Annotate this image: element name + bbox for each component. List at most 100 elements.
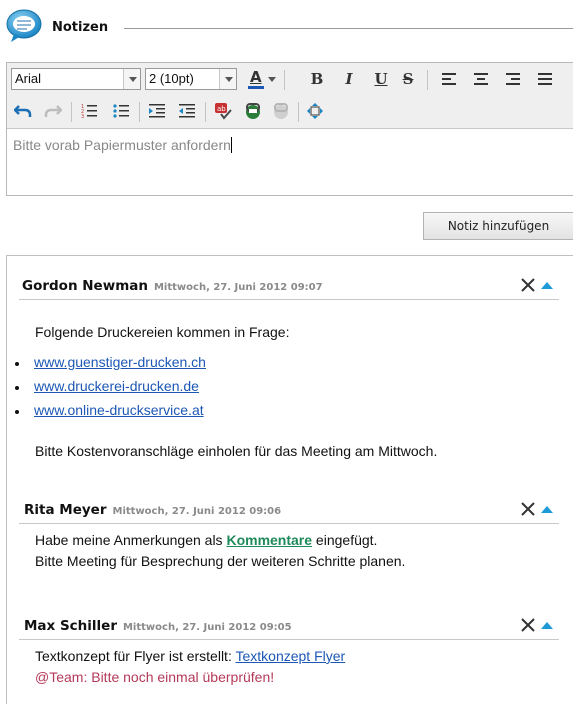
text-caret	[230, 137, 232, 153]
svg-text:3: 3	[81, 114, 84, 119]
chevron-down-icon	[219, 69, 236, 89]
link-icon	[246, 103, 260, 119]
note-text: Habe meine Anmerkungen als Kommentare ei…	[35, 532, 377, 548]
font-size-value: 2 (10pt)	[149, 71, 194, 86]
spellcheck-button[interactable]: ab	[211, 99, 235, 123]
note-text: Textkonzept für Flyer ist erstellt: Text…	[35, 648, 345, 664]
font-size-select[interactable]: 2 (10pt)	[145, 68, 237, 90]
close-icon[interactable]	[519, 276, 537, 294]
toolbar-separator	[139, 102, 140, 122]
toolbar-separator	[427, 70, 428, 90]
collapse-arrow-icon[interactable]	[541, 622, 553, 629]
toolbar-row-actions: 123 ab	[7, 97, 573, 127]
undo-icon	[14, 105, 32, 117]
font-color-button[interactable]: A	[247, 67, 277, 91]
indent-icon	[149, 104, 165, 118]
toolbar-separator	[284, 70, 285, 90]
unordered-list-button[interactable]	[109, 99, 133, 123]
note-text: Bitte Meeting für Besprechung der weiter…	[35, 553, 406, 569]
spellcheck-icon: ab	[215, 103, 232, 120]
redo-button[interactable]	[41, 99, 65, 123]
bullet	[15, 410, 19, 414]
note-link[interactable]: www.online-druckservice.at	[34, 402, 204, 418]
speech-bubble-icon	[6, 9, 42, 42]
note-date: Mittwoch, 27. Juni 2012 09:05	[122, 622, 292, 633]
editor-text: Bitte vorab Papiermuster anfordern	[13, 137, 231, 153]
chevron-down-icon	[123, 69, 140, 89]
align-center-icon	[474, 73, 488, 85]
insert-link-button[interactable]	[241, 99, 265, 123]
editor-text-area[interactable]: Bitte vorab Papiermuster anfordern	[13, 137, 232, 153]
align-justify-icon	[538, 73, 552, 85]
italic-icon: I	[345, 70, 353, 88]
indent-button[interactable]	[145, 99, 169, 123]
outdent-icon	[179, 104, 195, 118]
unordered-list-icon	[113, 104, 129, 118]
font-family-value: Arial	[15, 71, 42, 86]
mention-text: @Team: Bitte noch einmal überprüfen!	[35, 669, 275, 685]
section-title: Notizen	[52, 20, 109, 35]
add-note-button[interactable]: Notiz hinzufügen	[423, 212, 573, 240]
underline-icon: U	[374, 70, 388, 88]
note-date: Mittwoch, 27. Juni 2012 09:06	[112, 506, 282, 517]
underline-button[interactable]: U	[369, 67, 393, 91]
ordered-list-button[interactable]: 123	[77, 99, 101, 123]
author-name: Rita Meyer	[24, 502, 107, 518]
note-date: Mittwoch, 27. Juni 2012 09:07	[153, 282, 323, 293]
note-actions	[519, 500, 559, 520]
align-right-button[interactable]	[501, 67, 525, 91]
note-author: Max Schiller Mittwoch, 27. Juni 2012 09:0…	[24, 618, 292, 634]
svg-text:ab: ab	[217, 105, 226, 113]
note-header: Rita Meyer Mittwoch, 27. Juni 2012 09:06	[19, 496, 559, 524]
chevron-down-icon	[268, 76, 276, 82]
toolbar-row-formatting: Arial 2 (10pt) A B I U S	[7, 65, 573, 95]
note-author: Gordon Newman Mittwoch, 27. Juni 2012 09:…	[22, 278, 323, 294]
notes-list: Gordon Newman Mittwoch, 27. Juni 2012 09:…	[6, 255, 573, 704]
strikethrough-button[interactable]: S	[396, 67, 420, 91]
notes-section-header: Notizen	[6, 8, 573, 48]
note-text: Bitte Kostenvoranschläge einholen für da…	[35, 443, 438, 459]
bullet	[15, 386, 19, 390]
document-link[interactable]: Textkonzept Flyer	[235, 648, 345, 664]
note-text-segment: eingefügt.	[312, 532, 378, 548]
font-color-icon: A	[248, 68, 264, 89]
unlink-icon	[274, 103, 288, 119]
note-header: Gordon Newman Mittwoch, 27. Juni 2012 09:…	[19, 272, 559, 300]
close-icon[interactable]	[519, 616, 537, 634]
toolbar-separator	[205, 102, 206, 122]
italic-button[interactable]: I	[337, 67, 361, 91]
align-left-icon	[442, 73, 456, 85]
note-text-segment: Textkonzept für Flyer ist erstellt:	[35, 648, 236, 664]
bold-icon: B	[310, 70, 324, 88]
note-link[interactable]: www.guenstiger-drucken.ch	[34, 354, 206, 370]
comments-link[interactable]: Kommentare	[226, 532, 312, 548]
editor-toolbar: Arial 2 (10pt) A B I U S 1 2 3 ab	[7, 63, 573, 129]
toolbar-separator	[71, 102, 72, 122]
author-name: Gordon Newman	[22, 278, 148, 294]
note-link[interactable]: www.druckerei-drucken.de	[34, 378, 199, 394]
font-family-select[interactable]: Arial	[11, 68, 141, 90]
close-icon[interactable]	[519, 500, 537, 518]
note-editor: Arial 2 (10pt) A B I U S 1 2 3 ab Bitte …	[6, 62, 573, 196]
collapse-arrow-icon[interactable]	[541, 506, 553, 513]
toolbar-separator	[298, 102, 299, 122]
outdent-button[interactable]	[175, 99, 199, 123]
remove-link-button[interactable]	[269, 99, 293, 123]
note-actions	[519, 276, 559, 296]
align-left-button[interactable]	[437, 67, 461, 91]
note-header: Max Schiller Mittwoch, 27. Juni 2012 09:0…	[19, 612, 559, 640]
expand-editor-button[interactable]	[303, 99, 327, 123]
author-name: Max Schiller	[24, 618, 117, 634]
align-right-icon	[506, 73, 520, 85]
section-divider	[124, 28, 573, 29]
collapse-arrow-icon[interactable]	[541, 282, 553, 289]
note-actions	[519, 616, 559, 636]
bold-button[interactable]: B	[305, 67, 329, 91]
align-justify-button[interactable]	[533, 67, 557, 91]
redo-icon	[44, 105, 62, 117]
note-text: Folgende Druckereien kommen in Frage:	[35, 324, 290, 340]
ordered-list-icon: 123	[81, 104, 97, 119]
undo-button[interactable]	[11, 99, 35, 123]
align-center-button[interactable]	[469, 67, 493, 91]
note-author: Rita Meyer Mittwoch, 27. Juni 2012 09:06	[24, 502, 281, 518]
